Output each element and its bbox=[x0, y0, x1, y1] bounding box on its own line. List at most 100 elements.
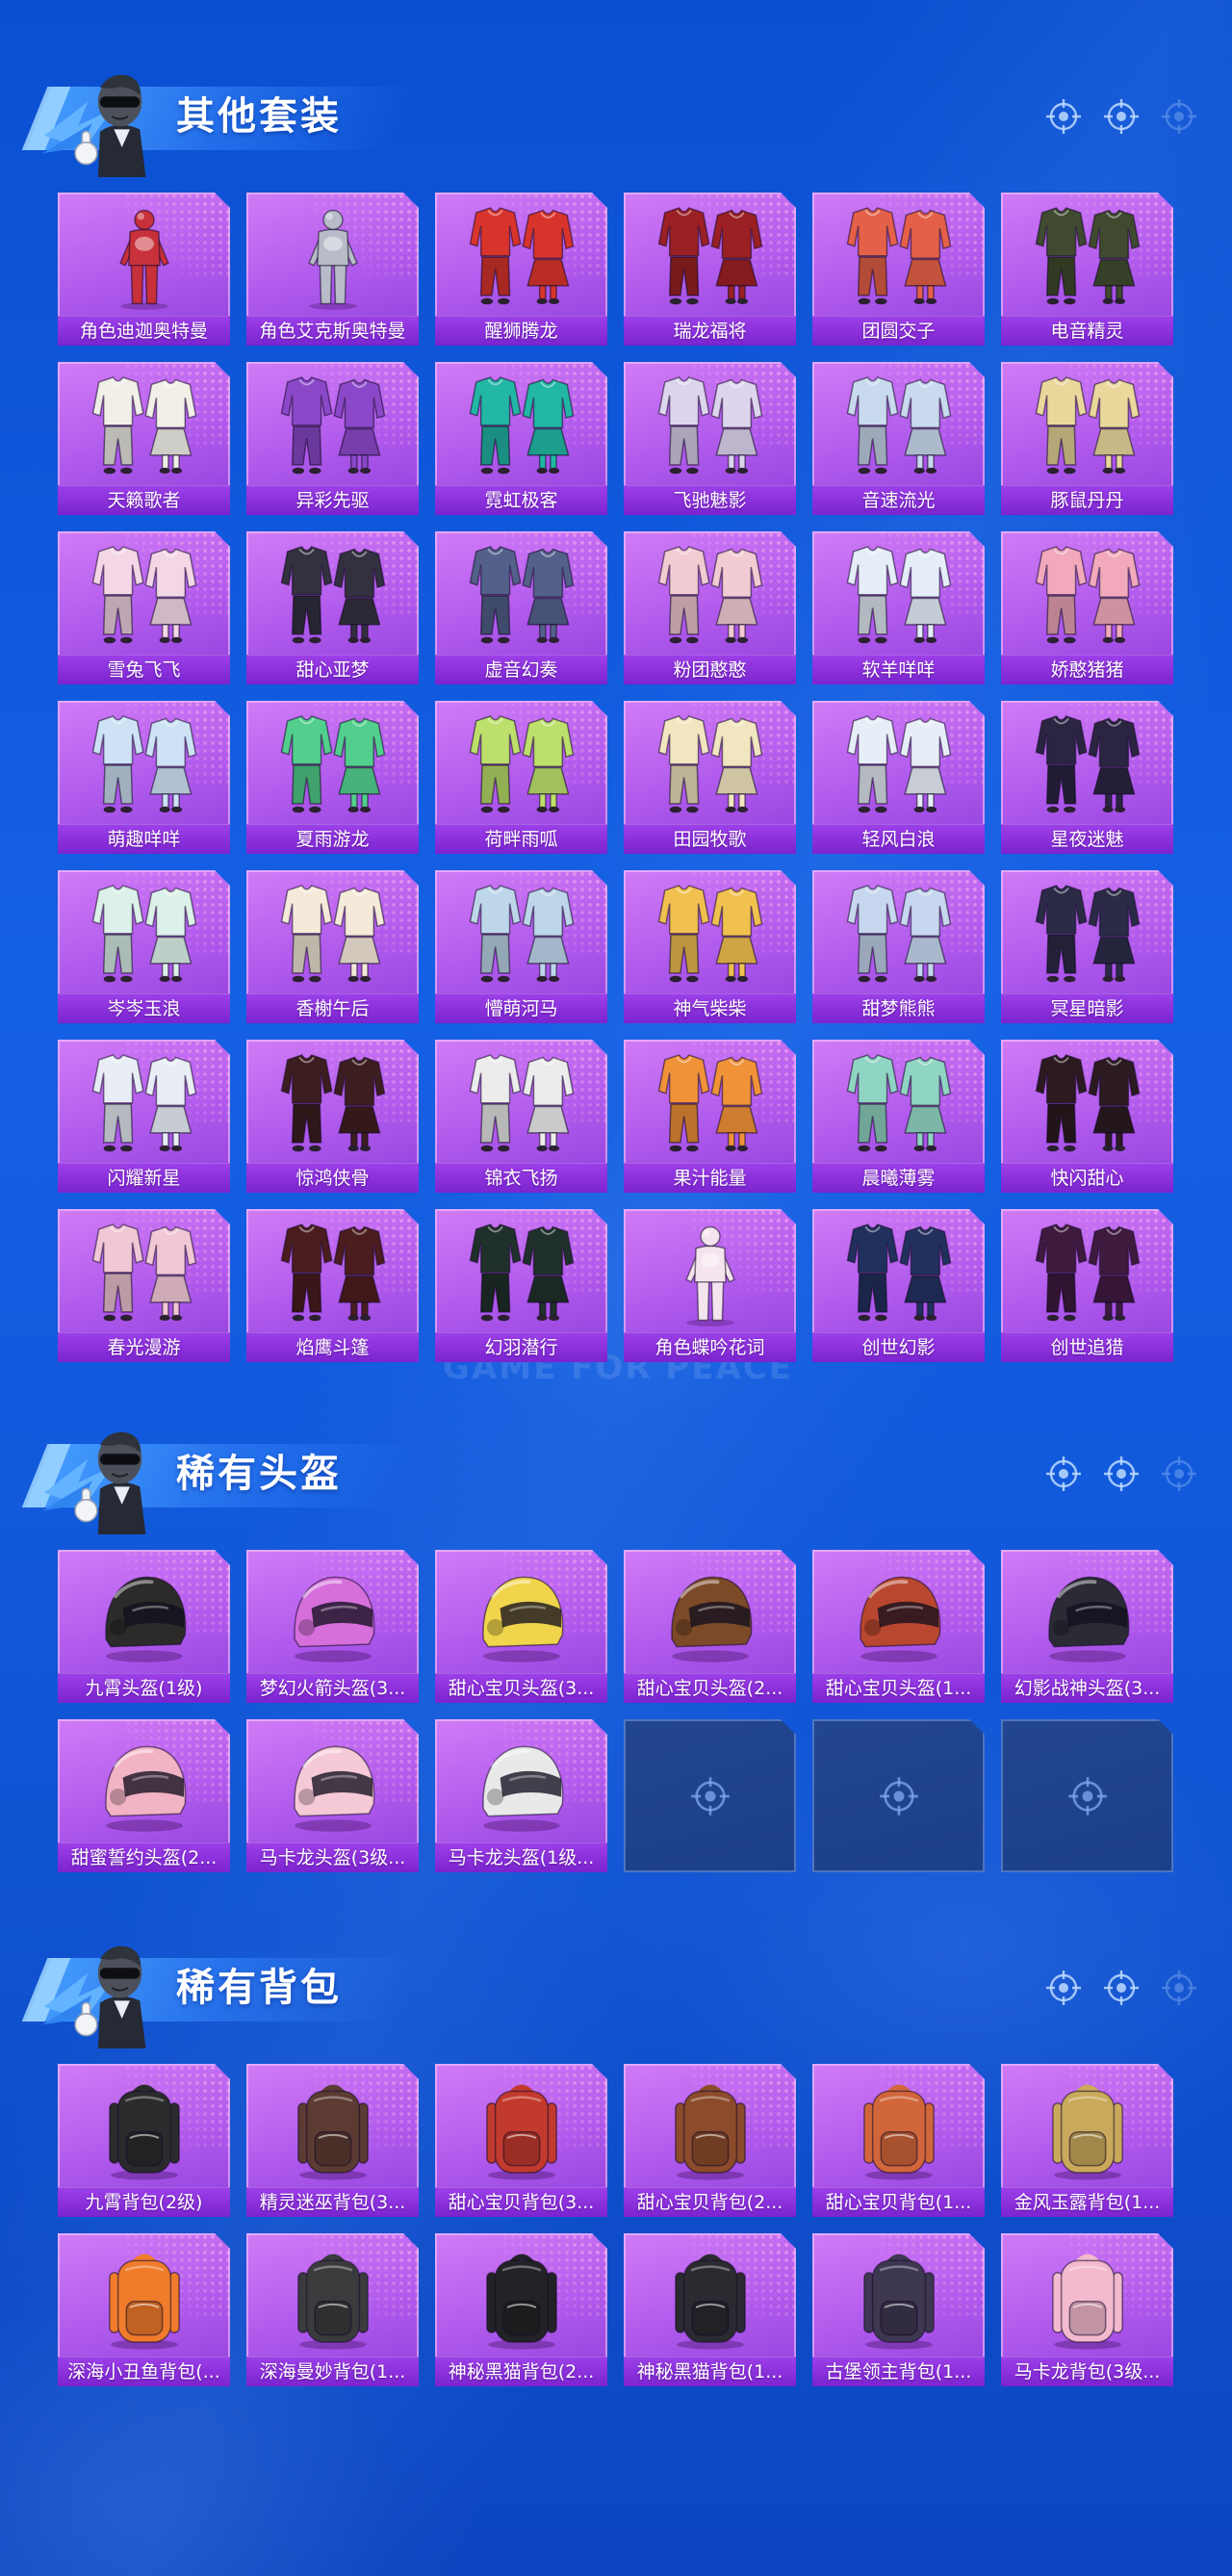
item-card[interactable]: 甜蜜誓约头盔(2... bbox=[58, 1719, 230, 1872]
item-card[interactable]: 甜心宝贝背包(3... bbox=[435, 2064, 607, 2217]
item-card[interactable]: 粉团憨憨 bbox=[624, 531, 796, 684]
item-card[interactable]: 神气柴柴 bbox=[624, 870, 796, 1023]
backpack-icon bbox=[246, 2072, 419, 2185]
backpack-icon bbox=[624, 2072, 796, 2185]
outfit-icon bbox=[435, 1047, 607, 1161]
item-card[interactable]: 金风玉露背包(1... bbox=[1001, 2064, 1173, 2217]
item-card[interactable]: 甜心宝贝背包(2... bbox=[624, 2064, 796, 2217]
backpack-icon bbox=[1001, 2072, 1173, 2185]
item-label: 甜心宝贝背包(2... bbox=[624, 2187, 796, 2217]
item-card[interactable]: 角色迪迦奥特曼 bbox=[58, 193, 230, 346]
item-card[interactable]: 田园牧歌 bbox=[624, 701, 796, 854]
item-label: 醒狮腾龙 bbox=[435, 316, 607, 346]
item-card[interactable]: 音速流光 bbox=[812, 362, 985, 515]
item-card[interactable]: 九霄背包(2级) bbox=[58, 2064, 230, 2217]
item-card[interactable]: 深海曼妙背包(1... bbox=[246, 2233, 419, 2386]
item-label: 岑岑玉浪 bbox=[58, 993, 230, 1023]
item-label: 甜心宝贝头盔(1... bbox=[812, 1673, 985, 1703]
item-card[interactable]: 豚鼠丹丹 bbox=[1001, 362, 1173, 515]
item-label: 春光漫游 bbox=[58, 1332, 230, 1362]
item-card[interactable]: 马卡龙背包(3级... bbox=[1001, 2233, 1173, 2386]
outfit-icon bbox=[58, 370, 230, 483]
outfit-icon bbox=[58, 539, 230, 653]
item-card[interactable]: 精灵迷巫背包(3... bbox=[246, 2064, 419, 2217]
item-card[interactable]: 幻羽潜行 bbox=[435, 1209, 607, 1362]
item-card[interactable]: 马卡龙头盔(3级... bbox=[246, 1719, 419, 1872]
item-card[interactable]: 角色艾克斯奥特曼 bbox=[246, 193, 419, 346]
item-label: 快闪甜心 bbox=[1001, 1163, 1173, 1193]
item-card[interactable]: 虚音幻奏 bbox=[435, 531, 607, 684]
header-markers bbox=[1044, 1455, 1198, 1493]
item-card[interactable]: 角色蝶吟花词 bbox=[624, 1209, 796, 1362]
item-label: 幻影战神头盔(3... bbox=[1001, 1673, 1173, 1703]
item-card[interactable]: 锦衣飞扬 bbox=[435, 1040, 607, 1193]
target-icon bbox=[1160, 1969, 1198, 2007]
item-label: 天籁歌者 bbox=[58, 485, 230, 515]
item-label: 音速流光 bbox=[812, 485, 985, 515]
backpack-icon bbox=[1001, 2241, 1173, 2355]
item-card[interactable]: 深海小丑鱼背包(... bbox=[58, 2233, 230, 2386]
item-label: 异彩先驱 bbox=[246, 485, 419, 515]
section-title: 稀有头盔 bbox=[176, 1452, 342, 1496]
item-card[interactable]: 晨曦薄雾 bbox=[812, 1040, 985, 1193]
item-card[interactable]: 团圆交子 bbox=[812, 193, 985, 346]
item-card[interactable]: 醒狮腾龙 bbox=[435, 193, 607, 346]
item-card[interactable]: 软羊咩咩 bbox=[812, 531, 985, 684]
item-card[interactable]: 荷畔雨呱 bbox=[435, 701, 607, 854]
item-card[interactable]: 岑岑玉浪 bbox=[58, 870, 230, 1023]
outfit-icon bbox=[1001, 200, 1173, 314]
item-label: 果汁能量 bbox=[624, 1163, 796, 1193]
item-card[interactable]: 甜心宝贝背包(1... bbox=[812, 2064, 985, 2217]
item-card[interactable]: 创世幻影 bbox=[812, 1209, 985, 1362]
item-card[interactable]: 闪耀新星 bbox=[58, 1040, 230, 1193]
item-card[interactable]: 创世追猎 bbox=[1001, 1209, 1173, 1362]
item-card[interactable]: 焰鹰斗篷 bbox=[246, 1209, 419, 1362]
item-card[interactable]: 娇憨猪猪 bbox=[1001, 531, 1173, 684]
item-card[interactable]: 星夜迷魅 bbox=[1001, 701, 1173, 854]
item-card[interactable]: 甜心亚梦 bbox=[246, 531, 419, 684]
target-icon bbox=[1044, 1455, 1083, 1493]
item-card[interactable]: 轻风白浪 bbox=[812, 701, 985, 854]
outfit-icon bbox=[435, 539, 607, 653]
item-card[interactable]: 霓虹极客 bbox=[435, 362, 607, 515]
item-card[interactable]: 雪兔飞飞 bbox=[58, 531, 230, 684]
outfit-icon bbox=[435, 1217, 607, 1330]
item-card[interactable]: 梦幻火箭头盔(3... bbox=[246, 1550, 419, 1703]
mascot-icon bbox=[42, 1929, 162, 2048]
item-card[interactable]: 甜心宝贝头盔(1... bbox=[812, 1550, 985, 1703]
item-card[interactable]: 异彩先驱 bbox=[246, 362, 419, 515]
item-card[interactable]: 电音精灵 bbox=[1001, 193, 1173, 346]
item-card[interactable]: 快闪甜心 bbox=[1001, 1040, 1173, 1193]
outfit-icon bbox=[435, 708, 607, 822]
item-card[interactable]: 神秘黑猫背包(1... bbox=[624, 2233, 796, 2386]
item-card[interactable]: 甜心宝贝头盔(3... bbox=[435, 1550, 607, 1703]
item-card[interactable]: 惊鸿侠骨 bbox=[246, 1040, 419, 1193]
item-card[interactable]: 幻影战神头盔(3... bbox=[1001, 1550, 1173, 1703]
item-card[interactable]: 果汁能量 bbox=[624, 1040, 796, 1193]
item-card[interactable]: 飞驰魅影 bbox=[624, 362, 796, 515]
item-label: 古堡领主背包(1... bbox=[812, 2357, 985, 2386]
outfit-icon bbox=[624, 878, 796, 992]
item-card[interactable]: 甜心宝贝头盔(2... bbox=[624, 1550, 796, 1703]
item-card[interactable]: 萌趣咩咩 bbox=[58, 701, 230, 854]
outfit-icon bbox=[624, 370, 796, 483]
item-label: 晨曦薄雾 bbox=[812, 1163, 985, 1193]
item-label: 甜心宝贝头盔(3... bbox=[435, 1673, 607, 1703]
item-card[interactable]: 春光漫游 bbox=[58, 1209, 230, 1362]
character-icon bbox=[246, 200, 419, 314]
item-card[interactable]: 古堡领主背包(1... bbox=[812, 2233, 985, 2386]
item-card[interactable]: 懵萌河马 bbox=[435, 870, 607, 1023]
item-card[interactable]: 甜梦熊熊 bbox=[812, 870, 985, 1023]
item-card[interactable]: 瑞龙福将 bbox=[624, 193, 796, 346]
item-card[interactable]: 夏雨游龙 bbox=[246, 701, 419, 854]
outfit-icon bbox=[624, 1047, 796, 1161]
item-card[interactable]: 神秘黑猫背包(2... bbox=[435, 2233, 607, 2386]
item-label: 角色艾克斯奥特曼 bbox=[246, 316, 419, 346]
item-card[interactable]: 天籁歌者 bbox=[58, 362, 230, 515]
helmet-icon bbox=[435, 1558, 607, 1671]
outfit-icon bbox=[812, 878, 985, 992]
item-card[interactable]: 香榭午后 bbox=[246, 870, 419, 1023]
item-card[interactable]: 马卡龙头盔(1级... bbox=[435, 1719, 607, 1872]
item-card[interactable]: 冥星暗影 bbox=[1001, 870, 1173, 1023]
item-card[interactable]: 九霄头盔(1级) bbox=[58, 1550, 230, 1703]
